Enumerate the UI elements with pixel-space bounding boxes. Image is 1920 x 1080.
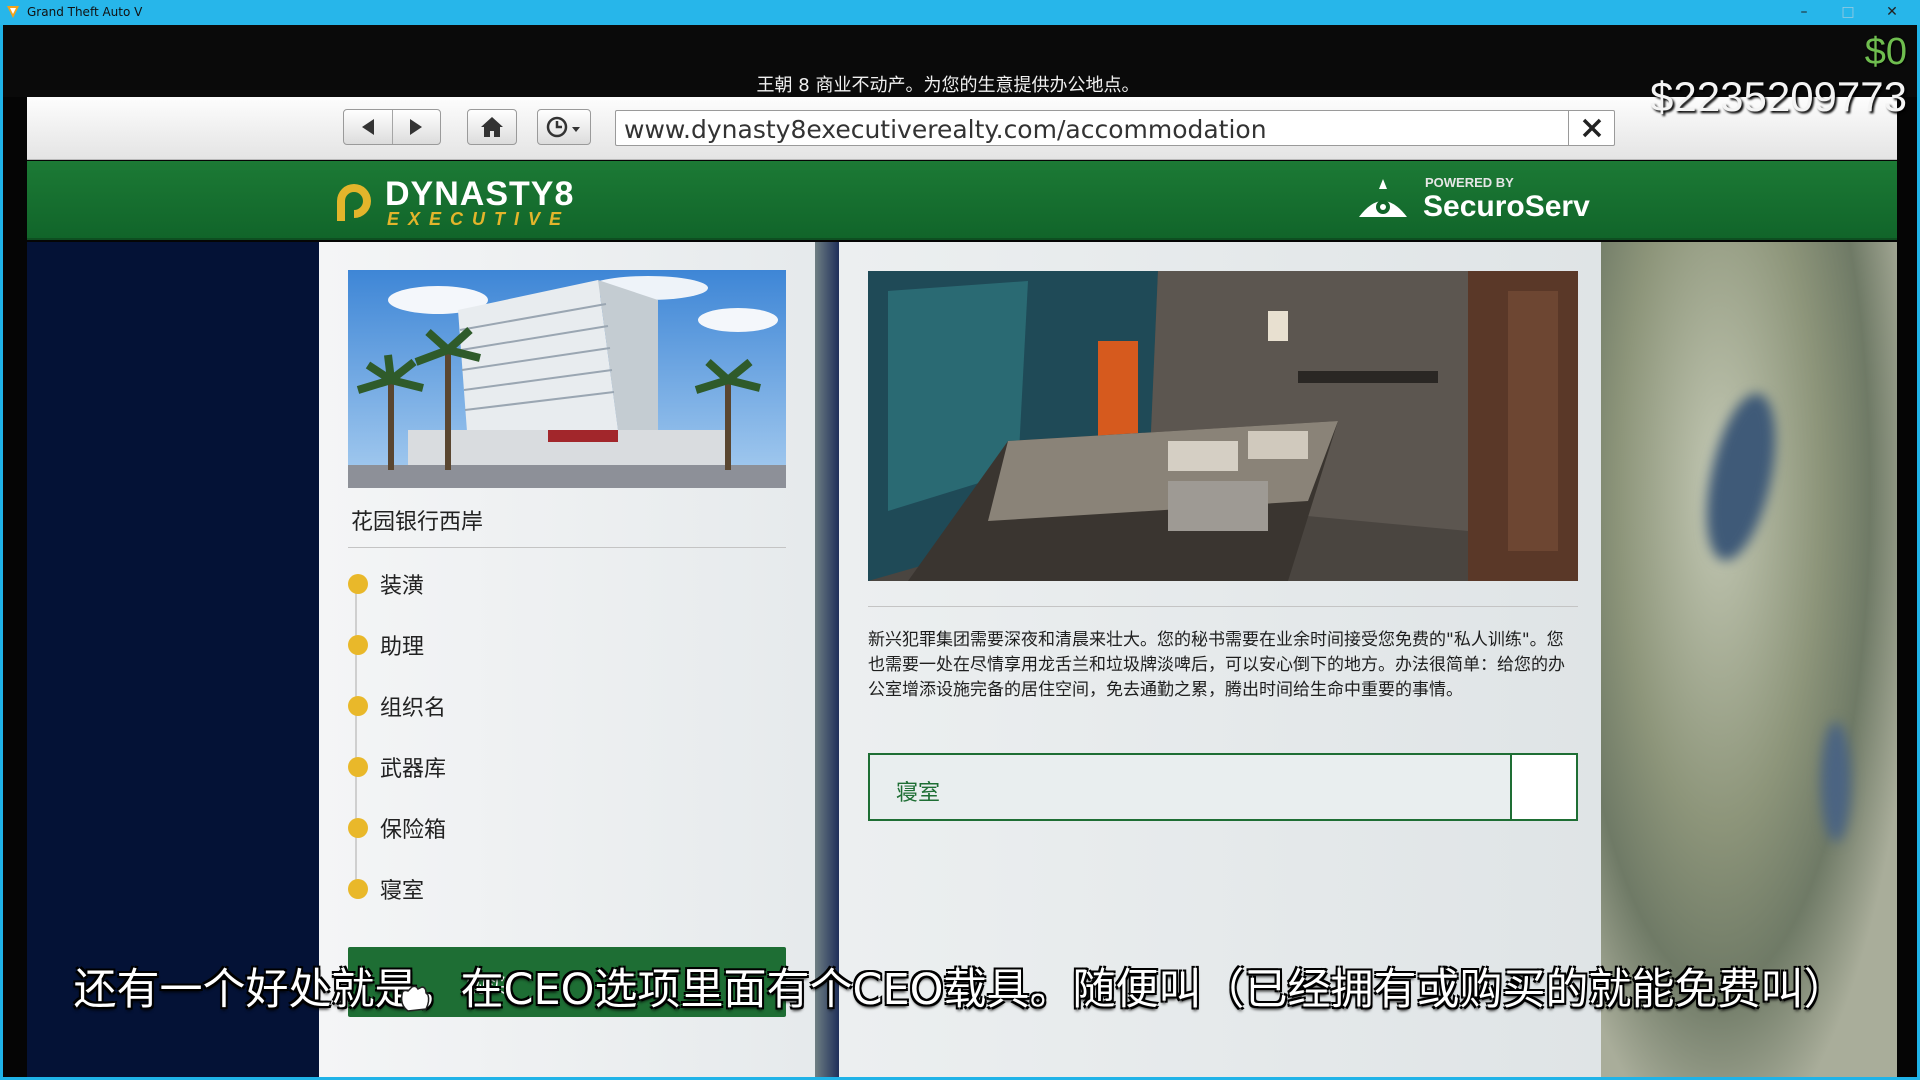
nav-button-group [343,109,441,145]
history-clock-icon [546,116,580,138]
address-bar[interactable]: www.dynasty8executiverealty.com/accommod… [615,110,1615,146]
feature-bullet-icon [348,818,368,838]
feature-item-gun-locker[interactable]: 武器库 [348,751,446,783]
property-panel: 花园银行西岸 装潢 助理 组织名 武器库 保险箱 寝室 购买 [319,242,815,1077]
history-button[interactable] [537,109,591,145]
gta-app-icon [7,6,19,18]
property-title: 花园银行西岸 [351,510,484,535]
close-window-button[interactable]: ✕ [1872,2,1912,22]
hud-topbar: 王朝 8 商业不动产。为您的生意提供办公地点。 $0 [3,25,1917,97]
property-photo [348,270,786,488]
browser-toolbar: www.dynasty8executiverealty.com/accommod… [27,97,1897,160]
home-icon [481,117,503,137]
maximize-button[interactable]: □ [1828,2,1868,22]
feature-item-assistant[interactable]: 助理 [348,629,424,661]
bank-amount: $2235209773 [1650,73,1907,120]
securoserv-eye-icon [1359,179,1407,217]
dynasty8-logo[interactable]: DYNASTY8 EXECUTIVE [331,171,591,231]
center-background [815,242,839,1077]
details-panel: 新兴犯罪集团需要深夜和清晨来壮大。您的秘书需要在业余时间接受您免费的"私人训练"… [839,242,1601,1077]
video-subtitle: 还有一个好处就是，在CEO选项里面有个CEO载具。随便叫（已经拥有或购买的就能免… [73,965,1847,1015]
securoserv-name: SecuroServ [1423,190,1590,223]
minimize-button[interactable]: – [1784,2,1824,22]
feature-bullet-icon [348,574,368,594]
powered-by-text: POWERED BY [1425,175,1514,190]
feature-label: 组织名 [380,696,447,721]
forward-button[interactable] [391,110,441,144]
bedroom-option[interactable]: 寝室 [868,753,1578,821]
logo-sub-text: EXECUTIVE [387,209,571,229]
close-icon [1582,118,1601,138]
game-viewport: 王朝 8 商业不动产。为您的生意提供办公地点。 $0 $2235209773 w… [3,25,1917,1077]
window-titlebar: Grand Theft Auto V – □ ✕ [0,0,1920,25]
close-url-button[interactable] [1568,111,1614,145]
page-content: 花园银行西岸 装潢 助理 组织名 武器库 保险箱 寝室 购买 新兴犯罪集团需要深… [27,242,1897,1077]
divider [868,606,1578,607]
feature-item-decor[interactable]: 装潢 [348,568,424,600]
site-header: DYNASTY8 EXECUTIVE POWERED BY SecuroServ [27,161,1897,240]
forward-arrow-icon [410,119,423,135]
feature-item-org-name[interactable]: 组织名 [348,690,446,722]
window-title: Grand Theft Auto V [27,5,143,19]
bedroom-option-checkbox[interactable] [1510,755,1576,819]
home-button[interactable] [467,109,517,145]
feature-label: 助理 [380,635,425,660]
feature-label: 保险箱 [380,818,447,843]
game-window: Grand Theft Auto V – □ ✕ 王朝 8 商业不动产。为您的生… [0,0,1920,1080]
feature-bullet-icon [348,757,368,777]
feature-item-bedroom[interactable]: 寝室 [348,873,424,905]
back-arrow-icon [361,119,374,135]
accommodation-description: 新兴犯罪集团需要深夜和清晨来壮大。您的秘书需要在业余时间接受您免费的"私人训练"… [868,630,1565,700]
hud-caption: 王朝 8 商业不动产。为您的生意提供办公地点。 [756,75,1140,96]
bedroom-photo [868,271,1578,581]
url-text: www.dynasty8executiverealty.com/accommod… [624,115,1267,144]
feature-label: 装潢 [380,574,425,599]
dynasty8-emblem-icon [337,184,371,221]
securoserv-badge: POWERED BY SecuroServ [1355,171,1595,231]
cash-amount: $0 [1864,31,1907,73]
bedroom-option-label: 寝室 [896,781,941,806]
divider [348,547,786,548]
mouse-cursor-icon [400,985,430,1012]
feature-bullet-icon [348,879,368,899]
map-background [1601,242,1897,1077]
feature-bullet-icon [348,696,368,716]
left-background [27,242,319,1077]
feature-bullet-icon [348,635,368,655]
feature-label: 寝室 [380,879,425,904]
feature-label: 武器库 [380,757,447,782]
back-button[interactable] [344,110,392,144]
in-game-browser: www.dynasty8executiverealty.com/accommod… [27,97,1897,1077]
feature-item-vault[interactable]: 保险箱 [348,812,446,844]
